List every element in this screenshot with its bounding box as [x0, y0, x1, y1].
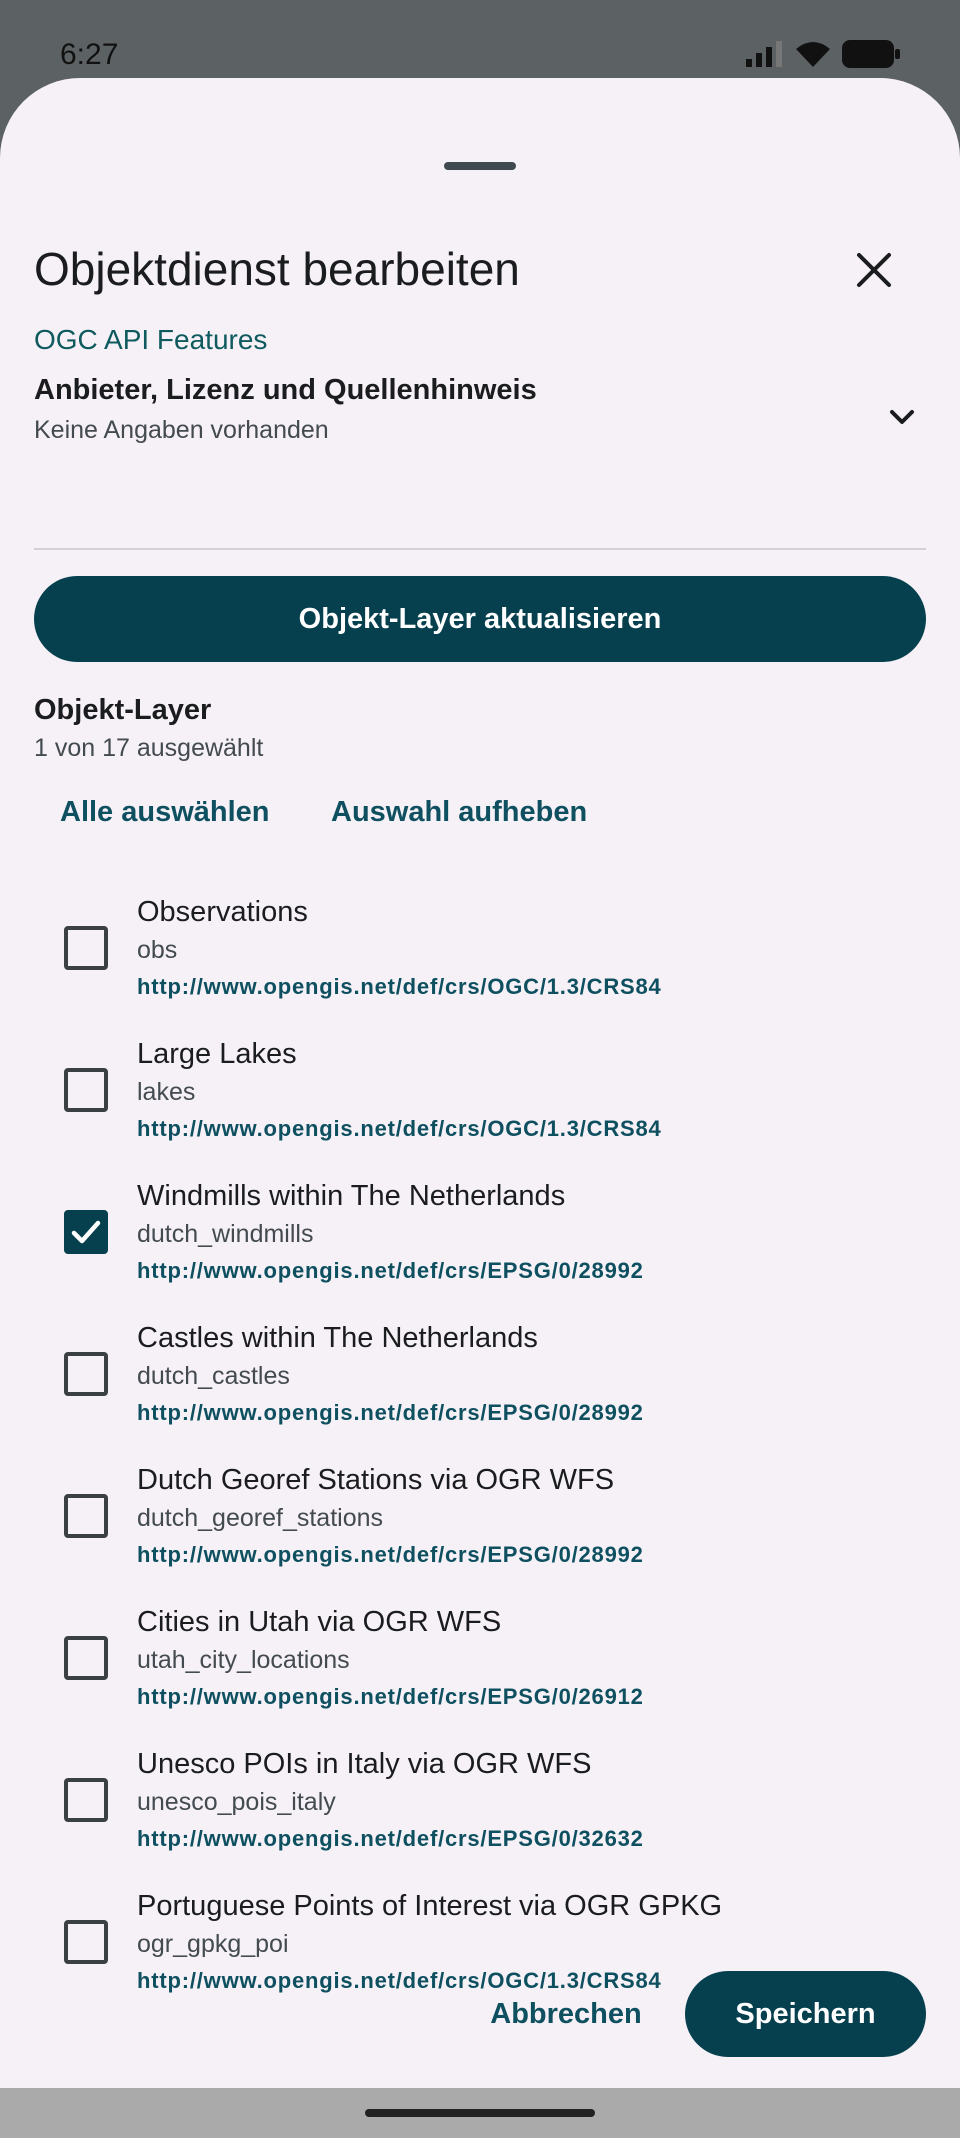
layer-id: unesco_pois_italy [137, 1788, 336, 1816]
home-indicator[interactable] [365, 2109, 595, 2117]
list-item[interactable]: Cities in Utah via OGR WFS utah_city_loc… [0, 1588, 960, 1730]
checkbox[interactable] [64, 1068, 108, 1112]
layer-name: Cities in Utah via OGR WFS [137, 1606, 502, 1638]
layer-id: dutch_castles [137, 1362, 290, 1390]
deselect-all-button[interactable]: Auswahl aufheben [331, 796, 587, 836]
navigation-bar [0, 2088, 960, 2138]
layer-id: dutch_georef_stations [137, 1504, 384, 1532]
service-type-label: OGC API Features [34, 324, 268, 355]
layer-crs: http://www.opengis.net/def/crs/OGC/1.3/C… [137, 974, 662, 999]
close-button[interactable] [848, 244, 900, 296]
wifi-icon [796, 42, 830, 67]
layer-crs: http://www.opengis.net/def/crs/EPSG/0/26… [137, 1684, 644, 1709]
provider-info-title: Anbieter, Lizenz und Quellenhinweis [34, 374, 537, 406]
status-time: 6:27 [60, 38, 119, 71]
dialog-title: Objektdienst bearbeiten [34, 243, 520, 295]
layer-id: ogr_gpkg_poi [137, 1930, 289, 1958]
drag-handle[interactable] [444, 162, 516, 170]
list-item[interactable]: Observations obs http://www.opengis.net/… [0, 878, 960, 1020]
layer-name: Observations [137, 896, 308, 928]
layer-crs: http://www.opengis.net/def/crs/OGC/1.3/C… [137, 1116, 662, 1141]
layer-crs: http://www.opengis.net/def/crs/EPSG/0/28… [137, 1400, 644, 1425]
layer-name: Large Lakes [137, 1038, 297, 1070]
layer-crs: http://www.opengis.net/def/crs/EPSG/0/28… [137, 1542, 644, 1567]
list-item[interactable]: Large Lakes lakes http://www.opengis.net… [0, 1020, 960, 1162]
section-title: Objekt-Layer [34, 694, 212, 726]
layer-name: Portuguese Points of Interest via OGR GP… [137, 1890, 723, 1922]
divider [34, 548, 926, 550]
layer-crs: http://www.opengis.net/def/crs/EPSG/0/32… [137, 1826, 644, 1851]
provider-info-expander[interactable]: Anbieter, Lizenz und Quellenhinweis Kein… [34, 374, 926, 554]
provider-info-subtitle: Keine Angaben vorhanden [34, 416, 329, 444]
layer-id: obs [137, 936, 178, 964]
selection-count: 1 von 17 ausgewählt [34, 734, 264, 762]
checkbox[interactable] [64, 1778, 108, 1822]
chevron-down-icon [890, 410, 914, 424]
layer-name: Castles within The Netherlands [137, 1322, 538, 1354]
close-icon [857, 253, 891, 287]
checkbox[interactable] [64, 926, 108, 970]
layer-id: dutch_windmills [137, 1220, 314, 1248]
checkbox[interactable] [64, 1352, 108, 1396]
checkbox-checked[interactable] [64, 1210, 108, 1254]
select-all-button[interactable]: Alle auswählen [60, 796, 270, 836]
status-icons [746, 40, 900, 68]
update-layers-button[interactable]: Objekt-Layer aktualisieren [34, 576, 926, 662]
list-item[interactable]: Dutch Georef Stations via OGR WFS dutch_… [0, 1446, 960, 1588]
battery-icon [842, 40, 900, 68]
layer-id: utah_city_locations [137, 1646, 350, 1674]
layer-name: Unesco POIs in Italy via OGR WFS [137, 1748, 592, 1780]
list-item[interactable]: Windmills within The Netherlands dutch_w… [0, 1162, 960, 1304]
signal-icon [746, 41, 782, 67]
checkbox[interactable] [64, 1920, 108, 1964]
layer-name: Dutch Georef Stations via OGR WFS [137, 1464, 615, 1496]
checkbox[interactable] [64, 1494, 108, 1538]
save-button[interactable]: Speichern [685, 1971, 926, 2057]
list-item[interactable]: Castles within The Netherlands dutch_cas… [0, 1304, 960, 1446]
layer-crs: http://www.opengis.net/def/crs/EPSG/0/28… [137, 1258, 644, 1283]
list-item[interactable]: Unesco POIs in Italy via OGR WFS unesco_… [0, 1730, 960, 1872]
cancel-button[interactable]: Abbrechen [480, 1972, 652, 2056]
layer-id: lakes [137, 1078, 196, 1106]
status-bar: 6:27 [0, 0, 960, 80]
checkbox[interactable] [64, 1636, 108, 1680]
layer-name: Windmills within The Netherlands [137, 1180, 566, 1212]
check-icon [71, 1220, 101, 1244]
bottom-sheet: Objektdienst bearbeiten OGC API Features… [0, 78, 960, 2088]
